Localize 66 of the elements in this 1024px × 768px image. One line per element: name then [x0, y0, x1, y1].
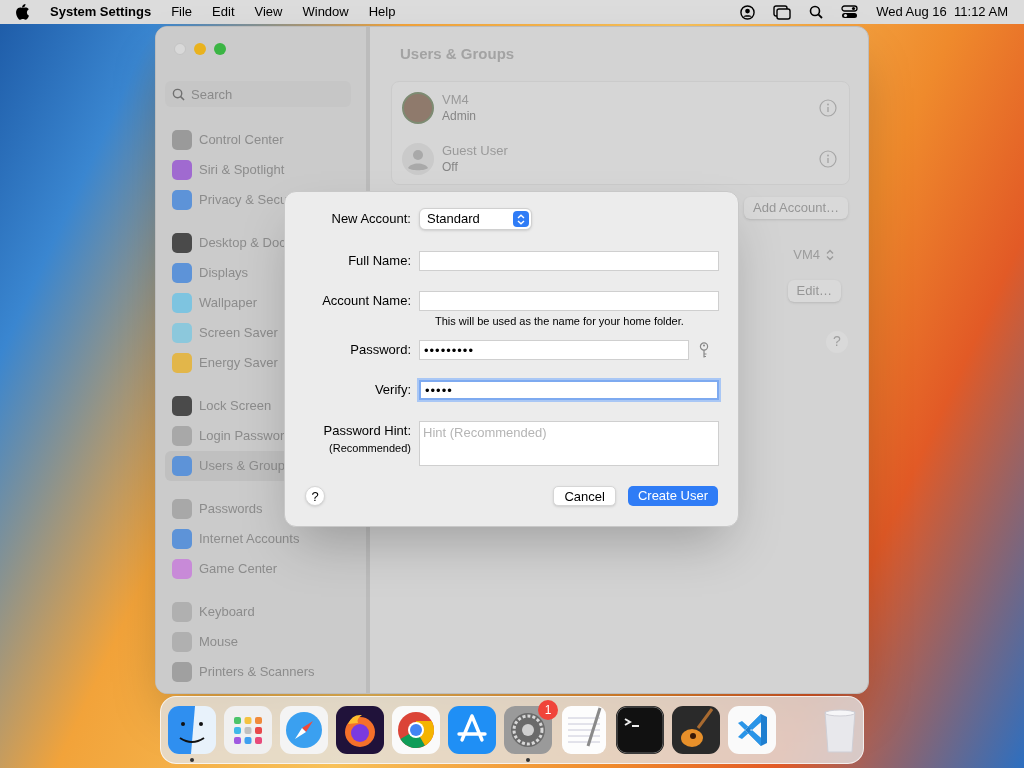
user-name: VM4 [442, 90, 470, 108]
avatar-photo [402, 91, 434, 124]
search-icon [172, 88, 185, 101]
field-label: New Account: [331, 210, 411, 228]
user-status: Off [442, 158, 459, 176]
help-button[interactable]: ? [305, 486, 325, 506]
input-field[interactable]: ••••• [419, 380, 719, 400]
menu-item[interactable]: Help [368, 2, 396, 22]
compass-icon[interactable] [280, 706, 328, 754]
notification-badge: 1 [538, 700, 558, 720]
notepad-pen-icon[interactable] [560, 706, 608, 754]
cancel-button[interactable]: Cancel [553, 486, 616, 506]
letter-a-icon[interactable] [448, 706, 496, 754]
sidebar-item[interactable]: Game Center [165, 554, 282, 584]
sidebar-item[interactable]: Printers & Scanners [165, 657, 319, 687]
control-center-icon[interactable] [841, 5, 859, 19]
sidebar-item[interactable]: Wallpaper [165, 288, 262, 318]
sidebar-item[interactable]: Screen Saver [165, 318, 282, 348]
windows-icon[interactable] [773, 4, 792, 20]
sidebar-item[interactable]: Energy Saver [165, 348, 282, 378]
face-icon[interactable] [168, 706, 216, 754]
add-account-button[interactable]: Add Account… [744, 197, 848, 219]
search-field[interactable]: Search [165, 81, 351, 107]
hint-field[interactable]: Hint (Recommended) [419, 421, 719, 466]
sidebar-item[interactable]: Displays [165, 258, 253, 288]
create-user-button[interactable]: Create User [627, 486, 718, 506]
password-field[interactable]: ••••••••• [419, 340, 689, 360]
field-label: Password: [350, 341, 411, 359]
app-name-menu[interactable]: System Settings [50, 2, 152, 22]
user-name: Guest User [442, 141, 509, 159]
terminal-icon[interactable] [616, 706, 664, 754]
chevron-updown-icon [513, 211, 529, 227]
key-icon[interactable] [699, 341, 709, 359]
apple-logo-icon[interactable] [16, 4, 30, 20]
sidebar-item[interactable]: Lock Screen [165, 391, 276, 421]
menu-item[interactable]: View [254, 2, 283, 22]
sidebar-item[interactable]: Mouse [165, 627, 243, 657]
app-grid-icon[interactable] [224, 706, 272, 754]
help-button[interactable]: ? [826, 330, 848, 353]
menu-item[interactable]: File [171, 2, 193, 22]
guitar-icon[interactable] [672, 706, 720, 754]
field-label: Verify: [374, 381, 411, 399]
sidebar-item[interactable]: Keyboard [165, 597, 259, 627]
menu-item[interactable]: Window [302, 2, 349, 22]
input-field[interactable] [419, 291, 719, 311]
menu-item[interactable]: Edit [212, 2, 235, 22]
field-label: Password Hint: [323, 422, 411, 440]
sidebar-item[interactable]: Internet Accounts [165, 524, 304, 554]
sidebar-item[interactable]: Siri & Spotlight [165, 155, 289, 185]
field-label: Full Name: [348, 252, 411, 270]
fox-globe-icon[interactable] [336, 706, 384, 754]
search-icon[interactable] [809, 5, 824, 19]
sidebar-item[interactable]: Control Center [165, 125, 288, 155]
edit-button[interactable]: Edit… [787, 279, 841, 302]
user-account-icon[interactable] [740, 4, 756, 20]
account-type-popup[interactable]: Standard [419, 208, 532, 230]
gear-icon[interactable] [504, 706, 552, 754]
chevron-updown-icon [826, 248, 834, 261]
ribbon-icon[interactable] [728, 706, 776, 754]
input-field[interactable] [419, 251, 719, 271]
field-label: Account Name: [322, 292, 411, 310]
field-note: This will be used as the name for your home folder. [434, 314, 685, 329]
user-status: Admin [442, 107, 477, 125]
menu-bar-clock[interactable]: Wed Aug 16 11:12 AM [876, 2, 1008, 22]
sidebar-item[interactable]: Passwords [165, 494, 267, 524]
guest-avatar-icon [402, 142, 434, 175]
